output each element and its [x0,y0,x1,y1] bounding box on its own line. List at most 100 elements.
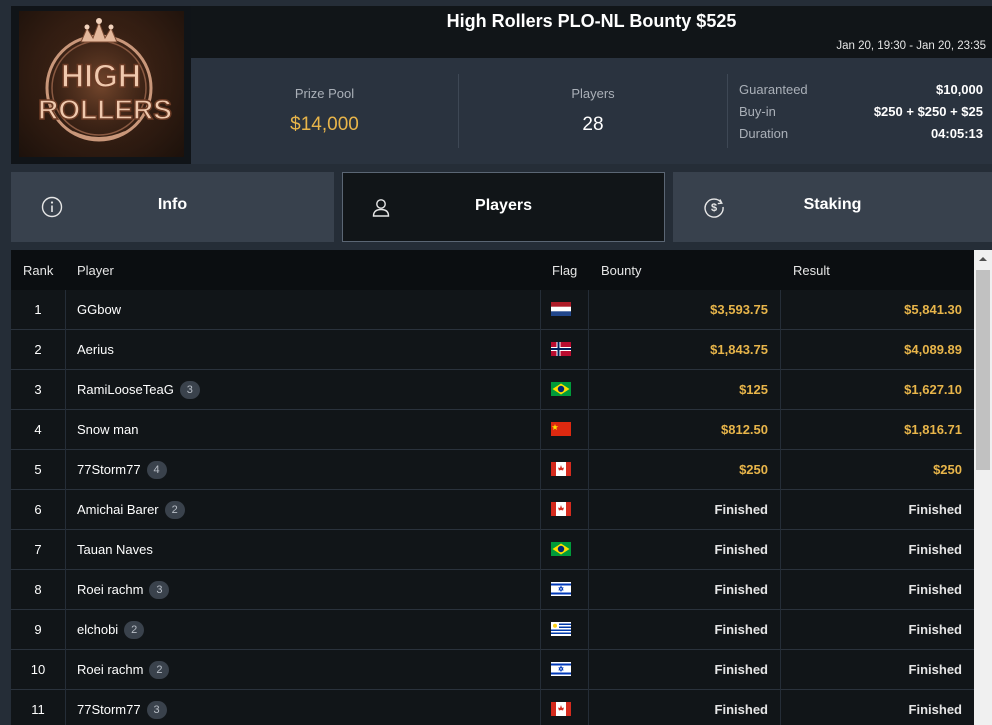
stats-panel: Prize Pool $14,000 Players 28 Guaranteed… [191,58,992,164]
result-cell: $250 [933,462,962,477]
player-name[interactable]: Snow man [77,422,138,437]
column-separator [588,690,589,725]
rank-cell: 9 [34,622,42,637]
column-separator [65,490,66,530]
player-name[interactable]: elchobi [77,622,118,637]
column-separator [540,650,541,690]
tab-info-label: Info [157,196,188,213]
column-separator [540,330,541,370]
table-row[interactable]: 5 77Storm77 4 $250 $250 [11,450,974,490]
logo-text-high: HIGH [61,58,141,94]
column-separator [65,290,66,330]
bounty-cell: $1,843.75 [710,342,768,357]
column-separator [65,530,66,570]
scroll-thumb[interactable] [976,270,990,470]
col-flag[interactable]: Flag [552,263,577,278]
rank-cell: 7 [34,542,42,557]
netherlands-flag-icon [551,302,571,316]
player-name[interactable]: RamiLooseTeaG [77,382,174,397]
player-name[interactable]: Roei rachm [77,582,143,597]
table-row[interactable]: 10 Roei rachm 2 Finished Finished [11,650,974,690]
player-cell: 77Storm77 4 [77,450,167,490]
column-separator [540,490,541,530]
table-row[interactable]: 6 Amichai Barer 2 Finished Finished [11,490,974,530]
player-name[interactable]: 77Storm77 [77,702,141,717]
table-row[interactable]: 4 Snow man $812.50 $1,816.71 [11,410,974,450]
column-separator [588,490,589,530]
col-rank[interactable]: Rank [23,263,53,278]
player-name[interactable]: Amichai Barer [77,502,159,517]
result-cell: Finished [908,542,962,557]
canada-flag-icon [551,702,571,716]
guaranteed-value: $10,000 [936,82,983,97]
table-row[interactable]: 2 Aerius $1,843.75 $4,089.89 [11,330,974,370]
bounty-cell: Finished [714,702,768,717]
table-row[interactable]: 7 Tauan Naves Finished Finished [11,530,974,570]
rank-cell: 2 [34,342,42,357]
entries-badge: 2 [149,660,170,679]
rank-cell: 6 [34,502,42,517]
player-cell: elchobi 2 [77,610,145,650]
player-cell: Amichai Barer 2 [77,490,185,530]
players-value: 28 [582,114,604,135]
entries-badge: 4 [146,460,167,479]
buyin-value: $250 + $250 + $25 [873,104,983,119]
players-stat: Players 28 [459,58,727,164]
player-cell: 77Storm77 3 [77,690,167,725]
table-row[interactable]: 3 RamiLooseTeaG 3 $125 $1,627.10 [11,370,974,410]
table-row[interactable]: 11 77Storm77 3 Finished Finished [11,690,974,725]
tab-players[interactable]: Players [342,172,665,242]
rank-cell: 1 [34,302,42,317]
column-separator [540,290,541,330]
column-separator [540,370,541,410]
players-table: Rank Player Flag Bounty Result 1 GGbow $3,… [11,250,974,725]
player-cell: Roei rachm 3 [77,570,170,610]
brazil-flag-icon [551,542,571,556]
player-name[interactable]: Tauan Naves [77,542,153,557]
col-result[interactable]: Result [793,263,830,278]
col-bounty[interactable]: Bounty [601,263,641,278]
tab-info[interactable]: Info [11,172,334,242]
result-cell: $1,816.71 [904,422,962,437]
result-cell: Finished [908,702,962,717]
player-name[interactable]: Aerius [77,342,114,357]
prize-pool-value: $14,000 [290,114,359,135]
table-row[interactable]: 8 Roei rachm 3 Finished Finished [11,570,974,610]
result-cell: $1,627.10 [904,382,962,397]
column-separator [65,370,66,410]
table-row[interactable]: 1 GGbow $3,593.75 $5,841.30 [11,290,974,330]
bounty-cell: Finished [714,542,768,557]
rank-cell: 3 [34,382,42,397]
player-cell: Aerius [77,330,114,370]
high-rollers-logo: HIGH ROLLERS [11,6,191,164]
tab-staking[interactable]: $ Staking [673,172,992,242]
column-separator [540,570,541,610]
table-row[interactable]: 9 elchobi 2 Finished Finished [11,610,974,650]
column-separator [588,570,589,610]
column-separator [780,410,781,450]
prize-pool-label: Prize Pool [294,86,355,101]
player-name[interactable]: Roei rachm [77,662,143,677]
column-separator [540,410,541,450]
rank-cell: 5 [34,462,42,477]
col-player[interactable]: Player [77,263,114,278]
result-cell: $5,841.30 [904,302,962,317]
column-separator [780,690,781,725]
entries-badge: 3 [149,580,170,599]
table-scrollbar[interactable] [974,250,992,725]
scroll-up-icon[interactable] [974,250,992,268]
rank-cell: 11 [31,702,45,717]
player-cell: Tauan Naves [77,530,153,570]
player-name[interactable]: 77Storm77 [77,462,141,477]
rank-cell: 10 [30,662,46,677]
column-separator [588,290,589,330]
column-separator [780,490,781,530]
duration-label: Duration [739,126,789,141]
dates-bar: Jan 20, 19:30 - Jan 20, 23:35 [191,36,992,58]
player-name[interactable]: GGbow [77,302,121,317]
uruguay-flag-icon [551,622,571,636]
column-separator [588,370,589,410]
column-separator [780,450,781,490]
column-separator [588,650,589,690]
column-separator [780,530,781,570]
